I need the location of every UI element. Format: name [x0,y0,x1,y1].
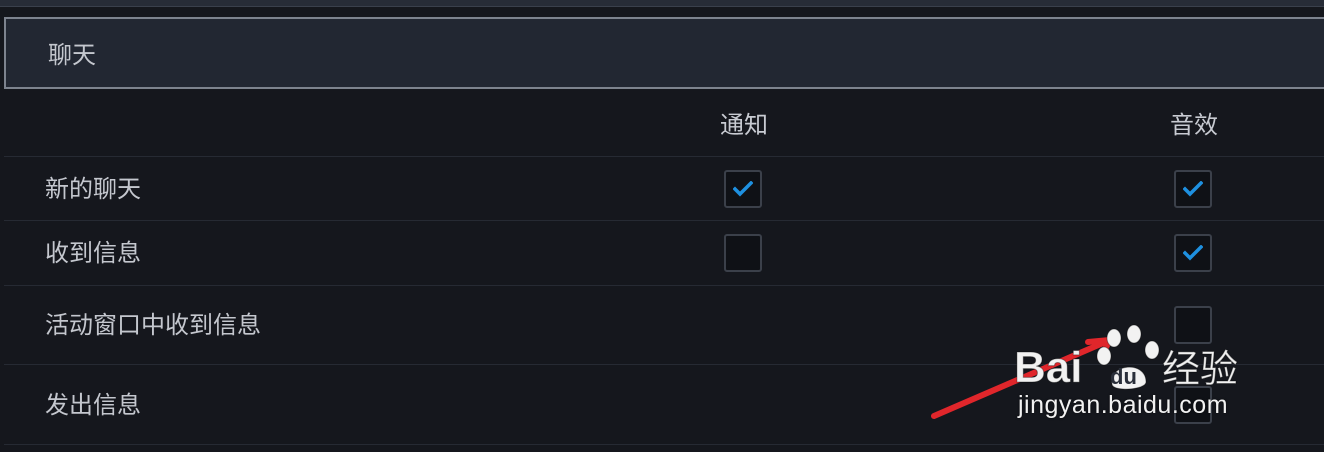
settings-page: 聊天 通知 音效 新的聊天 收到信息 活动窗口中收到信息 发出信息 Bai du… [0,0,1324,452]
svg-text:经验: 经验 [1162,347,1238,391]
divider [4,220,1324,221]
column-header-sound: 音效 [1170,111,1218,139]
checkmark-icon [1183,245,1203,261]
section-title: 聊天 [48,41,96,69]
baidu-watermark: Bai du 经验 jingyan.baidu.com [1012,310,1252,430]
message-received-sound-checkbox[interactable] [1174,234,1212,272]
row-label-active-window-received: 活动窗口中收到信息 [45,311,261,339]
svg-text:Bai: Bai [1014,343,1082,392]
baidu-paw-icon: Bai du 经验 [1014,324,1239,393]
message-received-notify-checkbox[interactable] [724,234,762,272]
checkmark-icon [1183,181,1203,197]
new-chat-sound-checkbox[interactable] [1174,170,1212,208]
top-panel-edge [0,0,1324,7]
watermark-url: jingyan.baidu.com [1018,391,1229,419]
chat-section-header[interactable]: 聊天 [4,17,1324,89]
divider [4,156,1324,157]
new-chat-notify-checkbox[interactable] [724,170,762,208]
checkmark-icon [733,181,753,197]
svg-text:du: du [1110,364,1137,389]
column-header-notify: 通知 [720,111,768,139]
row-label-message-sent: 发出信息 [45,391,141,419]
divider [4,285,1324,286]
row-label-new-chat: 新的聊天 [45,175,141,203]
row-label-message-received: 收到信息 [45,239,141,267]
divider [4,444,1324,445]
